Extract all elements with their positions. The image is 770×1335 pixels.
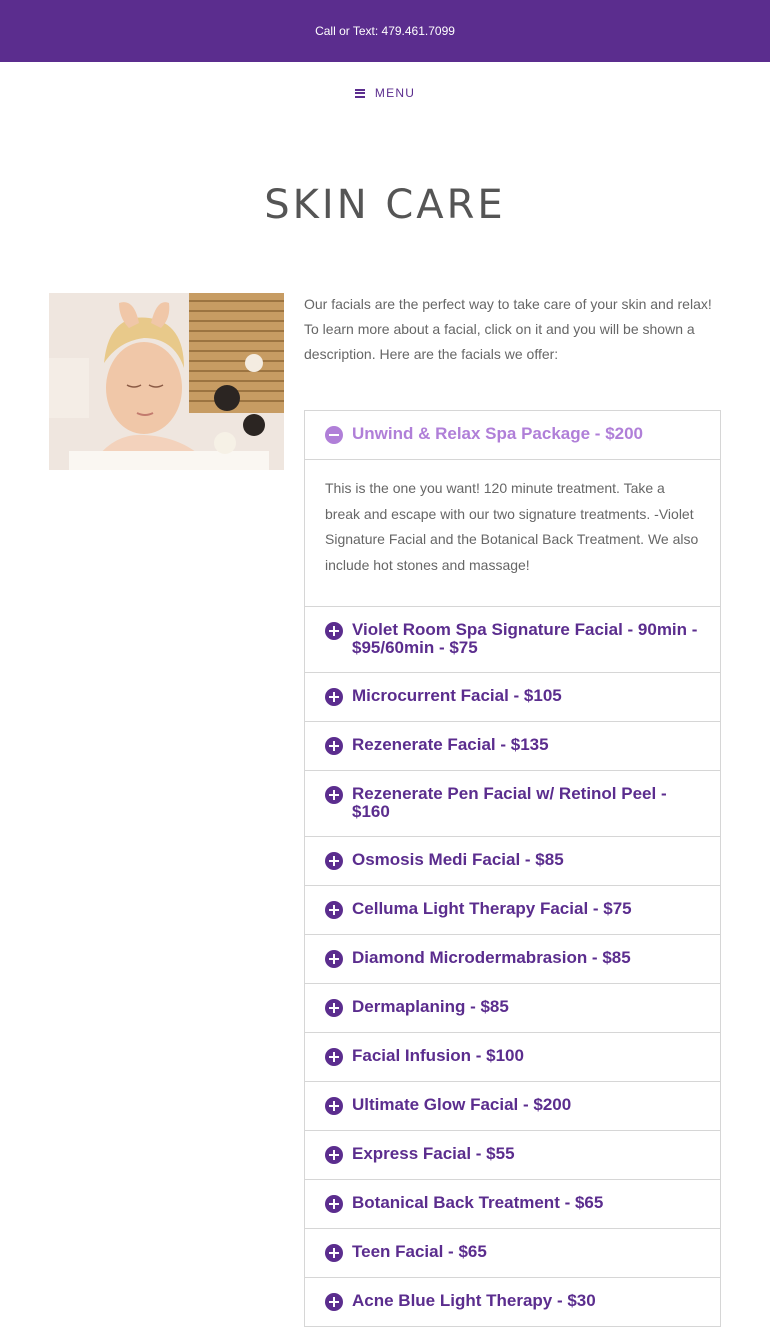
accordion-title: Ultimate Glow Facial - $200	[352, 1095, 572, 1114]
plus-circle-icon	[325, 1048, 343, 1066]
accordion-item: Violet Room Spa Signature Facial - 90min…	[305, 606, 720, 672]
accordion-header[interactable]: Unwind & Relax Spa Package - $200	[305, 411, 720, 459]
plus-circle-icon	[325, 852, 343, 870]
accordion-title: Acne Blue Light Therapy - $30	[352, 1291, 596, 1310]
accordion-item: Ultimate Glow Facial - $200	[305, 1081, 720, 1130]
accordion-item: Rezenerate Facial - $135	[305, 721, 720, 770]
accordion-header[interactable]: Teen Facial - $65	[305, 1229, 720, 1277]
accordion-title: Violet Room Spa Signature Facial - 90min…	[352, 620, 698, 657]
menu-toggle[interactable]: MENU	[0, 62, 770, 124]
facials-accordion: Unwind & Relax Spa Package - $200 This i…	[304, 410, 721, 1327]
plus-circle-icon	[325, 999, 343, 1017]
accordion-header[interactable]: Dermaplaning - $85	[305, 984, 720, 1032]
accordion-header[interactable]: Celluma Light Therapy Facial - $75	[305, 886, 720, 934]
contact-phone-text[interactable]: Call or Text: 479.461.7099	[315, 24, 455, 38]
accordion-item: Diamond Microdermabrasion - $85	[305, 934, 720, 983]
accordion-item: Celluma Light Therapy Facial - $75	[305, 885, 720, 934]
accordion-item: Express Facial - $55	[305, 1130, 720, 1179]
accordion-title: Diamond Microdermabrasion - $85	[352, 948, 631, 967]
plus-circle-icon	[325, 622, 343, 640]
accordion-title: Rezenerate Pen Facial w/ Retinol Peel - …	[352, 784, 667, 821]
accordion-item: Facial Infusion - $100	[305, 1032, 720, 1081]
accordion-item: Microcurrent Facial - $105	[305, 672, 720, 721]
accordion-item: Teen Facial - $65	[305, 1228, 720, 1277]
intro-paragraph: Our facials are the perfect way to take …	[304, 296, 712, 362]
accordion-title: Unwind & Relax Spa Package - $200	[352, 424, 644, 443]
accordion-header[interactable]: Facial Infusion - $100	[305, 1033, 720, 1081]
accordion-item-open: Unwind & Relax Spa Package - $200 This i…	[305, 411, 720, 606]
content-right-column: Our facials are the perfect way to take …	[304, 293, 721, 1327]
accordion-header[interactable]: Microcurrent Facial - $105	[305, 673, 720, 721]
plus-circle-icon	[325, 688, 343, 706]
accordion-title: Rezenerate Facial - $135	[352, 735, 549, 754]
accordion-item: Acne Blue Light Therapy - $30	[305, 1277, 720, 1326]
hamburger-icon	[354, 88, 365, 98]
accordion-title: Osmosis Medi Facial - $85	[352, 850, 564, 869]
facial-photo	[49, 293, 284, 470]
accordion-header[interactable]: Osmosis Medi Facial - $85	[305, 837, 720, 885]
plus-circle-icon	[325, 1293, 343, 1311]
accordion-title: Dermaplaning - $85	[352, 997, 509, 1016]
accordion-item: Rezenerate Pen Facial w/ Retinol Peel - …	[305, 770, 720, 836]
accordion-title: Microcurrent Facial - $105	[352, 686, 562, 705]
accordion-description: This is the one you want! 120 minute tre…	[305, 459, 720, 606]
top-contact-bar: Call or Text: 479.461.7099	[0, 0, 770, 62]
menu-label: MENU	[374, 86, 416, 100]
accordion-header[interactable]: Rezenerate Pen Facial w/ Retinol Peel - …	[305, 771, 720, 836]
accordion-header[interactable]: Express Facial - $55	[305, 1131, 720, 1179]
plus-circle-icon	[325, 1195, 343, 1213]
page-title-wrap: SKIN CARE	[0, 179, 770, 239]
accordion-header[interactable]: Ultimate Glow Facial - $200	[305, 1082, 720, 1130]
accordion-item: Dermaplaning - $85	[305, 983, 720, 1032]
plus-circle-icon	[325, 901, 343, 919]
accordion-header[interactable]: Violet Room Spa Signature Facial - 90min…	[305, 607, 720, 672]
page-title: SKIN CARE	[264, 182, 506, 228]
accordion-header[interactable]: Botanical Back Treatment - $65	[305, 1180, 720, 1228]
minus-circle-icon	[325, 426, 343, 444]
plus-circle-icon	[325, 1097, 343, 1115]
accordion-item: Botanical Back Treatment - $65	[305, 1179, 720, 1228]
plus-circle-icon	[325, 786, 343, 804]
plus-circle-icon	[325, 737, 343, 755]
accordion-title: Celluma Light Therapy Facial - $75	[352, 899, 632, 918]
accordion-title: Botanical Back Treatment - $65	[352, 1193, 604, 1212]
plus-circle-icon	[325, 1244, 343, 1262]
accordion-header[interactable]: Acne Blue Light Therapy - $30	[305, 1278, 720, 1326]
accordion-header[interactable]: Rezenerate Facial - $135	[305, 722, 720, 770]
accordion-item: Osmosis Medi Facial - $85	[305, 836, 720, 885]
accordion-header[interactable]: Diamond Microdermabrasion - $85	[305, 935, 720, 983]
accordion-title: Facial Infusion - $100	[352, 1046, 524, 1065]
accordion-title: Express Facial - $55	[352, 1144, 515, 1163]
plus-circle-icon	[325, 950, 343, 968]
plus-circle-icon	[325, 1146, 343, 1164]
accordion-title: Teen Facial - $65	[352, 1242, 487, 1261]
